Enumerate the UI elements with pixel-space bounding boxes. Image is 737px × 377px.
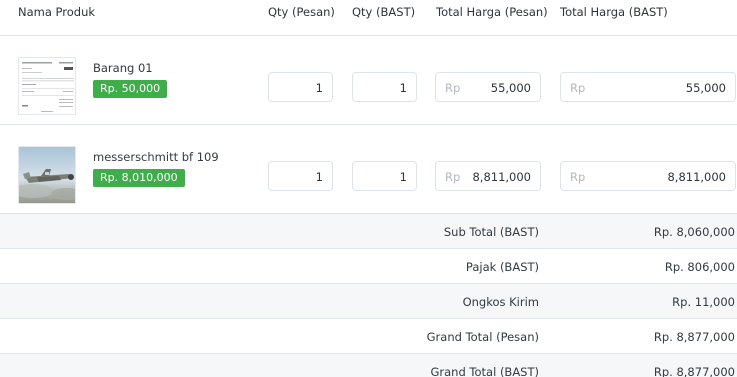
qty-bast-input[interactable]: 1 <box>352 161 417 191</box>
summary-label: Grand Total (BAST) <box>430 365 540 377</box>
header-qty-order: Qty (Pesan) <box>268 5 335 19</box>
summary-row-subtotal: Sub Total (BAST) Rp. 8,060,000 <box>0 214 737 249</box>
summary-value: Rp. 11,000 <box>672 295 735 309</box>
currency-prefix: Rp <box>445 170 461 184</box>
currency-prefix: Rp <box>570 81 586 95</box>
summary-label: Pajak (BAST) <box>465 260 539 274</box>
currency-prefix: Rp <box>570 170 586 184</box>
product-name: messerschmitt bf 109 <box>93 150 219 164</box>
qty-bast-input[interactable]: 1 <box>352 72 417 102</box>
qty-order-input[interactable]: 1 <box>268 72 333 102</box>
table-row: Barang 01 Rp. 50,000 1 1 Rp 55,000 Rp 55… <box>0 36 737 125</box>
aircraft-photo-icon <box>19 147 75 203</box>
summary-row-grand-total-bast: Grand Total (BAST) Rp. 8,877,000 <box>0 354 737 377</box>
total-bast-field[interactable]: Rp 55,000 <box>560 72 736 102</box>
table-row: messerschmitt bf 109 Rp. 8,010,000 1 1 R… <box>0 125 737 214</box>
product-name: Barang 01 <box>93 61 153 75</box>
total-order-field[interactable]: Rp 55,000 <box>435 72 541 102</box>
summary-row-shipping: Ongkos Kirim Rp. 11,000 <box>0 284 737 319</box>
qty-order-input[interactable]: 1 <box>268 161 333 191</box>
summary-label: Grand Total (Pesan) <box>426 330 539 344</box>
summary-row-grand-total-order: Grand Total (Pesan) Rp. 8,877,000 <box>0 319 737 354</box>
header-product: Nama Produk <box>18 5 96 19</box>
summary-row-tax: Pajak (BAST) Rp. 806,000 <box>0 249 737 284</box>
header-qty-bast: Qty (BAST) <box>352 5 416 19</box>
price-badge: Rp. 8,010,000 <box>93 169 185 187</box>
summary-label: Ongkos Kirim <box>462 295 539 309</box>
total-bast-field[interactable]: Rp 8,811,000 <box>560 161 736 191</box>
currency-prefix: Rp <box>445 81 461 95</box>
header-total-order: Total Harga (Pesan) <box>436 5 548 19</box>
document-thumbnail-icon <box>19 58 75 114</box>
summary-label: Sub Total (BAST) <box>443 225 539 239</box>
price-badge: Rp. 50,000 <box>93 80 168 98</box>
summary-value: Rp. 8,877,000 <box>653 365 735 377</box>
product-thumbnail <box>18 146 76 204</box>
total-order-field[interactable]: Rp 8,811,000 <box>435 161 541 191</box>
table-header: Nama Produk Qty (Pesan) Qty (BAST) Total… <box>0 0 737 36</box>
summary-value: Rp. 8,877,000 <box>653 330 735 344</box>
summary-value: Rp. 8,060,000 <box>653 225 735 239</box>
header-total-bast: Total Harga (BAST) <box>560 5 668 19</box>
product-thumbnail <box>18 57 76 115</box>
summary-value: Rp. 806,000 <box>664 260 735 274</box>
